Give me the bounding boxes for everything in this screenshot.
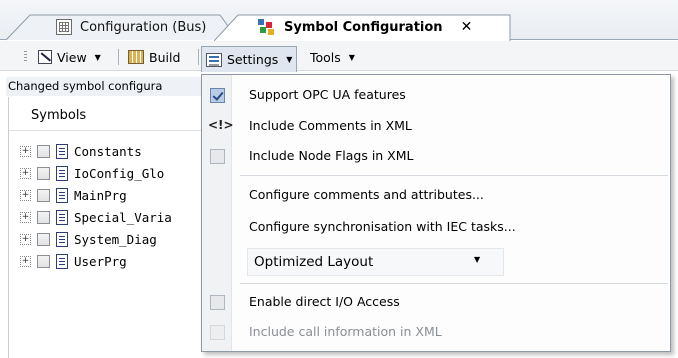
symbols-column-header[interactable]: Symbols	[9, 104, 212, 131]
settings-icon	[206, 52, 222, 67]
toolbar-separator	[118, 49, 119, 65]
expand-icon[interactable]: +	[20, 234, 31, 245]
settings-dropdown-menu: Support OPC UA features <!> Include Comm…	[201, 74, 671, 352]
tools-label: Tools	[310, 49, 341, 65]
settings-menu-button[interactable]: Settings ▼	[201, 46, 298, 72]
chevron-down-icon: ▼	[286, 55, 293, 64]
program-icon	[56, 254, 68, 269]
toolbar: View ▼ Build Settings ▼ Tools ▼	[0, 41, 678, 72]
checkbox[interactable]	[37, 255, 50, 268]
build-label: Build	[149, 49, 181, 65]
toolbar-grip[interactable]	[24, 51, 27, 63]
expand-icon[interactable]: +	[20, 190, 31, 201]
checkbox[interactable]	[37, 233, 50, 246]
layout-combo-value: Optimized Layout	[254, 254, 374, 270]
tab-symbol-configuration[interactable]: Symbol Configuration ✕	[214, 14, 514, 41]
chevron-down-icon: ▼	[474, 255, 481, 264]
tools-menu-button[interactable]: Tools ▼	[306, 46, 359, 68]
menu-item-configure-comments[interactable]: Configure comments and attributes...	[202, 181, 670, 209]
program-icon	[56, 188, 68, 203]
checkbox[interactable]	[37, 167, 50, 180]
view-icon	[38, 50, 52, 64]
tab-configuration-bus[interactable]: Configuration (Bus)	[6, 14, 240, 41]
close-icon[interactable]: ✕	[461, 19, 473, 35]
tree-item[interactable]: + Special_Varia	[20, 207, 172, 228]
checkbox-icon	[210, 295, 225, 310]
tree-item[interactable]: + MainPrg	[20, 185, 127, 206]
program-icon	[56, 232, 68, 247]
expand-icon[interactable]: +	[20, 212, 31, 223]
tree-item[interactable]: + Constants	[20, 141, 142, 162]
tree-item-label: MainPrg	[74, 188, 127, 203]
menu-item-enable-direct-io[interactable]: Enable direct I/O Access	[202, 288, 670, 316]
chevron-down-icon: ▼	[348, 52, 355, 62]
menu-item-configure-sync[interactable]: Configure synchronisation with IEC tasks…	[202, 213, 670, 241]
menu-item-include-call-info: Include call information in XML	[202, 318, 670, 346]
toolbar-separator	[198, 49, 199, 65]
symbol-config-icon	[258, 19, 276, 35]
tree-item[interactable]: + UserPrg	[20, 251, 127, 272]
configuration-icon	[56, 19, 72, 35]
comment-tag-icon: <!>	[208, 118, 234, 132]
program-icon	[56, 166, 68, 181]
tree-item-label: System_Diag	[74, 232, 157, 247]
tab-label: Symbol Configuration	[284, 19, 443, 35]
program-icon	[56, 210, 68, 225]
menu-separator	[240, 283, 668, 284]
tree-item[interactable]: + System_Diag	[20, 229, 157, 250]
tree-item-label: UserPrg	[74, 254, 127, 269]
checkbox-icon	[210, 149, 225, 164]
checkbox[interactable]	[37, 189, 50, 202]
view-label: View	[57, 49, 87, 65]
menu-separator	[240, 175, 668, 176]
build-button[interactable]: Build	[124, 46, 184, 68]
tab-label: Configuration (Bus)	[80, 19, 207, 35]
checkbox[interactable]	[37, 211, 50, 224]
tree-item-label: Constants	[74, 144, 142, 159]
tree-item-label: Special_Varia	[74, 210, 172, 225]
tree-item-label: IoConfig_Glo	[74, 166, 165, 181]
menu-item-include-node-flags[interactable]: Include Node Flags in XML	[202, 142, 670, 170]
build-icon	[128, 50, 144, 64]
chevron-down-icon: ▼	[94, 52, 101, 62]
menu-item-include-comments[interactable]: <!> Include Comments in XML	[202, 112, 670, 140]
status-message: Changed symbol configura	[6, 77, 211, 96]
menu-item-support-opc-ua[interactable]: Support OPC UA features	[202, 81, 670, 109]
layout-combo-box[interactable]: Optimized Layout ▼	[247, 248, 504, 276]
document-tab-strip: Configuration (Bus) Symbol Configuration…	[0, 0, 678, 41]
expand-icon[interactable]: +	[20, 256, 31, 267]
expand-icon[interactable]: +	[20, 168, 31, 179]
tree-item[interactable]: + IoConfig_Glo	[20, 163, 164, 184]
program-icon	[56, 144, 68, 159]
checkmark-icon	[210, 88, 225, 103]
settings-label: Settings	[227, 52, 279, 67]
checkbox-icon	[210, 325, 225, 340]
checkbox[interactable]	[37, 145, 50, 158]
view-menu-button[interactable]: View ▼	[34, 46, 105, 68]
expand-icon[interactable]: +	[20, 146, 31, 157]
